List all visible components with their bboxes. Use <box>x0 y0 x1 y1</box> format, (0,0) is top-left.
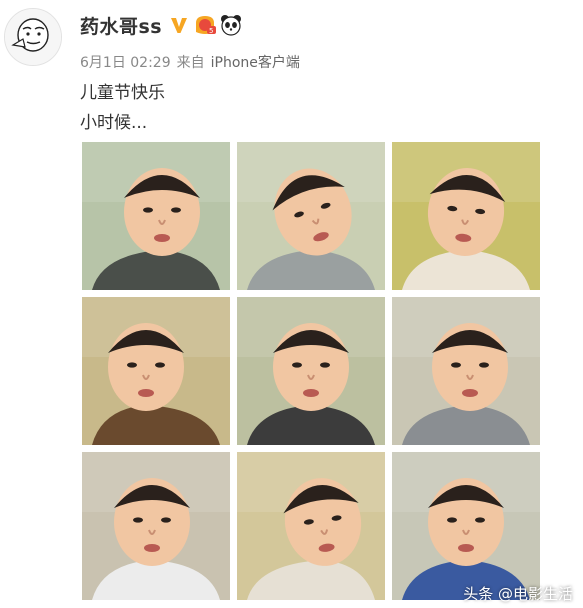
portrait-photo-icon <box>82 142 230 290</box>
portrait-photo-icon <box>392 142 540 290</box>
portrait-photo-icon <box>237 142 385 290</box>
photo-3[interactable] <box>392 142 540 290</box>
watermark-text: 头条 @电影生活 <box>463 585 573 603</box>
photo-4[interactable] <box>82 297 230 445</box>
portrait-photo-icon <box>392 452 540 600</box>
username[interactable]: 药水哥ss <box>80 12 162 39</box>
panda-icon <box>221 15 242 36</box>
photo-7[interactable] <box>82 452 230 600</box>
verified-v-icon <box>171 18 188 33</box>
photo-9[interactable] <box>392 452 540 600</box>
post-source-device: iPhone客户端 <box>210 55 300 71</box>
post-timestamp[interactable]: 6月1日 02:29 <box>80 52 171 72</box>
user-avatar[interactable] <box>4 8 62 66</box>
portrait-photo-icon <box>82 297 230 445</box>
portrait-photo-icon <box>237 452 385 600</box>
source-prefix: 来自 <box>176 55 205 71</box>
member-medal-icon: 5 <box>196 16 217 35</box>
post-line-1: 儿童节快乐 <box>80 83 165 103</box>
photo-8[interactable] <box>237 452 385 600</box>
svg-text:5: 5 <box>209 27 213 35</box>
portrait-photo-icon <box>392 297 540 445</box>
portrait-photo-icon <box>82 452 230 600</box>
name-row: 药水哥ss 5 <box>80 10 560 40</box>
post-meta: 6月1日 02:29 来自 iPhone客户端 <box>80 52 560 72</box>
watermark: 头条 @电影生活 <box>463 583 573 604</box>
portrait-photo-icon <box>237 297 385 445</box>
photo-2[interactable] <box>237 142 385 290</box>
photo-5[interactable] <box>237 297 385 445</box>
photo-6[interactable] <box>392 297 540 445</box>
avatar-cartoon-icon <box>5 9 61 65</box>
post-line-2: 小时候... <box>80 113 148 133</box>
photo-grid <box>82 142 540 600</box>
post-text: 儿童节快乐 小时候... <box>80 78 165 138</box>
post-header: 药水哥ss 5 6月1日 02:29 来自 iPhone客户端 <box>80 10 560 72</box>
photo-1[interactable] <box>82 142 230 290</box>
